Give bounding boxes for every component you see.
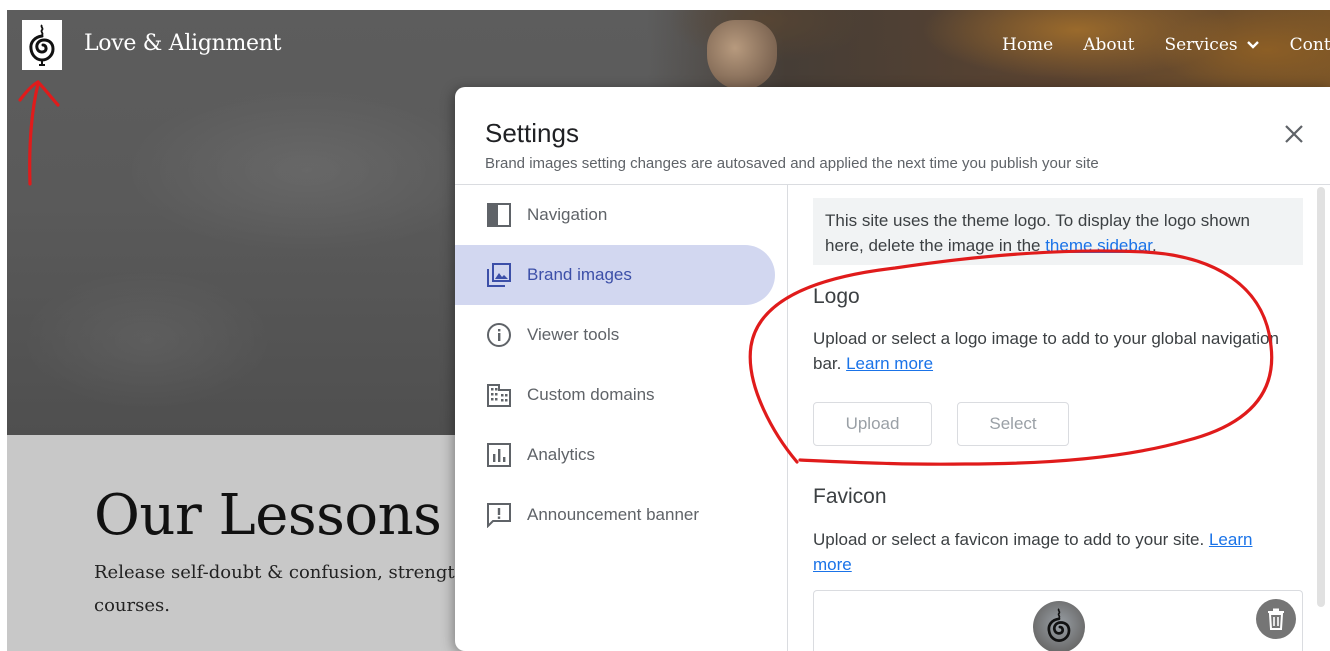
navigation-panel-icon	[485, 201, 513, 229]
delete-favicon-button[interactable]	[1256, 599, 1296, 639]
sidebar-item-brand-images[interactable]: Brand images	[455, 245, 775, 305]
sidebar-item-analytics[interactable]: Analytics	[455, 425, 775, 485]
sidebar-item-label: Custom domains	[527, 385, 655, 404]
info-icon	[485, 321, 513, 349]
chevron-down-icon	[1246, 41, 1259, 49]
spiral-logo-icon	[1047, 608, 1071, 643]
sidebar-item-label: Announcement banner	[527, 505, 700, 524]
building-icon	[485, 381, 513, 409]
lessons-subtitle: Release self-doubt & confusion, strength…	[94, 562, 467, 616]
scrollbar-thumb[interactable]	[1317, 187, 1325, 607]
favicon-section-description: Upload or select a favicon image to add …	[813, 527, 1293, 577]
sidebar-item-label: Viewer tools	[527, 325, 620, 344]
close-button[interactable]	[1281, 121, 1307, 147]
site-logo[interactable]	[22, 20, 62, 70]
content-scrollbar[interactable]	[1315, 185, 1325, 613]
bar-chart-icon	[485, 441, 513, 469]
nav-contact[interactable]: Conta	[1290, 35, 1330, 55]
trash-icon	[1268, 608, 1284, 630]
annotation-circle-icon	[748, 249, 1274, 466]
nav-services-label: Services	[1164, 35, 1238, 55]
spiral-logo-icon	[29, 24, 55, 66]
favicon-image	[1033, 601, 1085, 651]
site-title[interactable]: Love & Alignment	[84, 31, 281, 56]
image-icon	[485, 261, 513, 289]
sidebar-item-navigation[interactable]: Navigation	[455, 185, 775, 245]
sidebar-item-announcement-banner[interactable]: Announcement banner	[455, 485, 775, 545]
sidebar-item-label: Analytics	[527, 445, 596, 464]
sidebar-item-custom-domains[interactable]: Custom domains	[455, 365, 775, 425]
settings-sidebar: Navigation Brand images Viewer tools Cus…	[455, 185, 788, 651]
favicon-description-text: Upload or select a favicon image to add …	[813, 530, 1205, 549]
sidebar-item-label: Brand images	[527, 265, 632, 284]
dialog-subtitle: Brand images setting changes are autosav…	[485, 155, 1099, 172]
close-icon	[1285, 125, 1303, 143]
announcement-icon	[485, 501, 513, 529]
lessons-title: Our Lessons	[94, 483, 442, 548]
nav-about[interactable]: About	[1083, 35, 1134, 55]
nav-home[interactable]: Home	[1002, 35, 1053, 55]
sidebar-item-label: Navigation	[527, 205, 608, 224]
favicon-section-title: Favicon	[813, 485, 887, 508]
hero-photo-hand	[707, 20, 777, 90]
annotation-arrow-icon	[18, 80, 60, 186]
favicon-preview-box	[813, 590, 1303, 651]
sidebar-item-viewer-tools[interactable]: Viewer tools	[455, 305, 775, 365]
nav-services[interactable]: Services	[1164, 35, 1259, 55]
site-top-nav: Home About Services Conta	[1002, 35, 1330, 55]
dialog-title: Settings	[485, 118, 579, 148]
